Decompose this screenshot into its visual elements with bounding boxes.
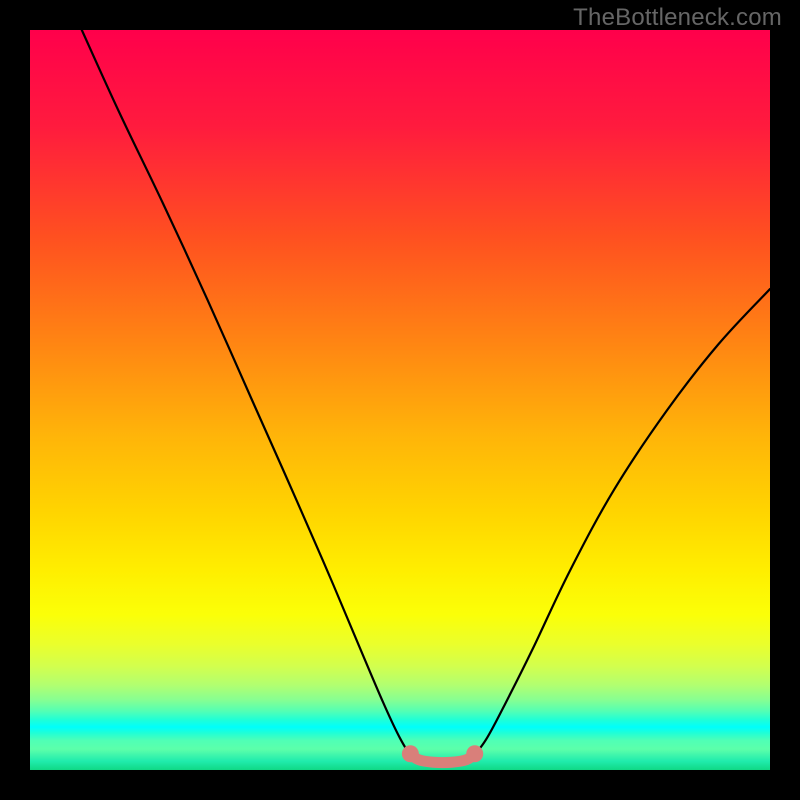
bottleneck-chart: [30, 30, 770, 770]
chart-frame: TheBottleneck.com: [0, 0, 800, 800]
endpoint-marker: [402, 745, 419, 762]
endpoint-marker: [466, 745, 483, 762]
watermark-text: TheBottleneck.com: [573, 4, 782, 32]
gradient-background: [30, 30, 770, 770]
